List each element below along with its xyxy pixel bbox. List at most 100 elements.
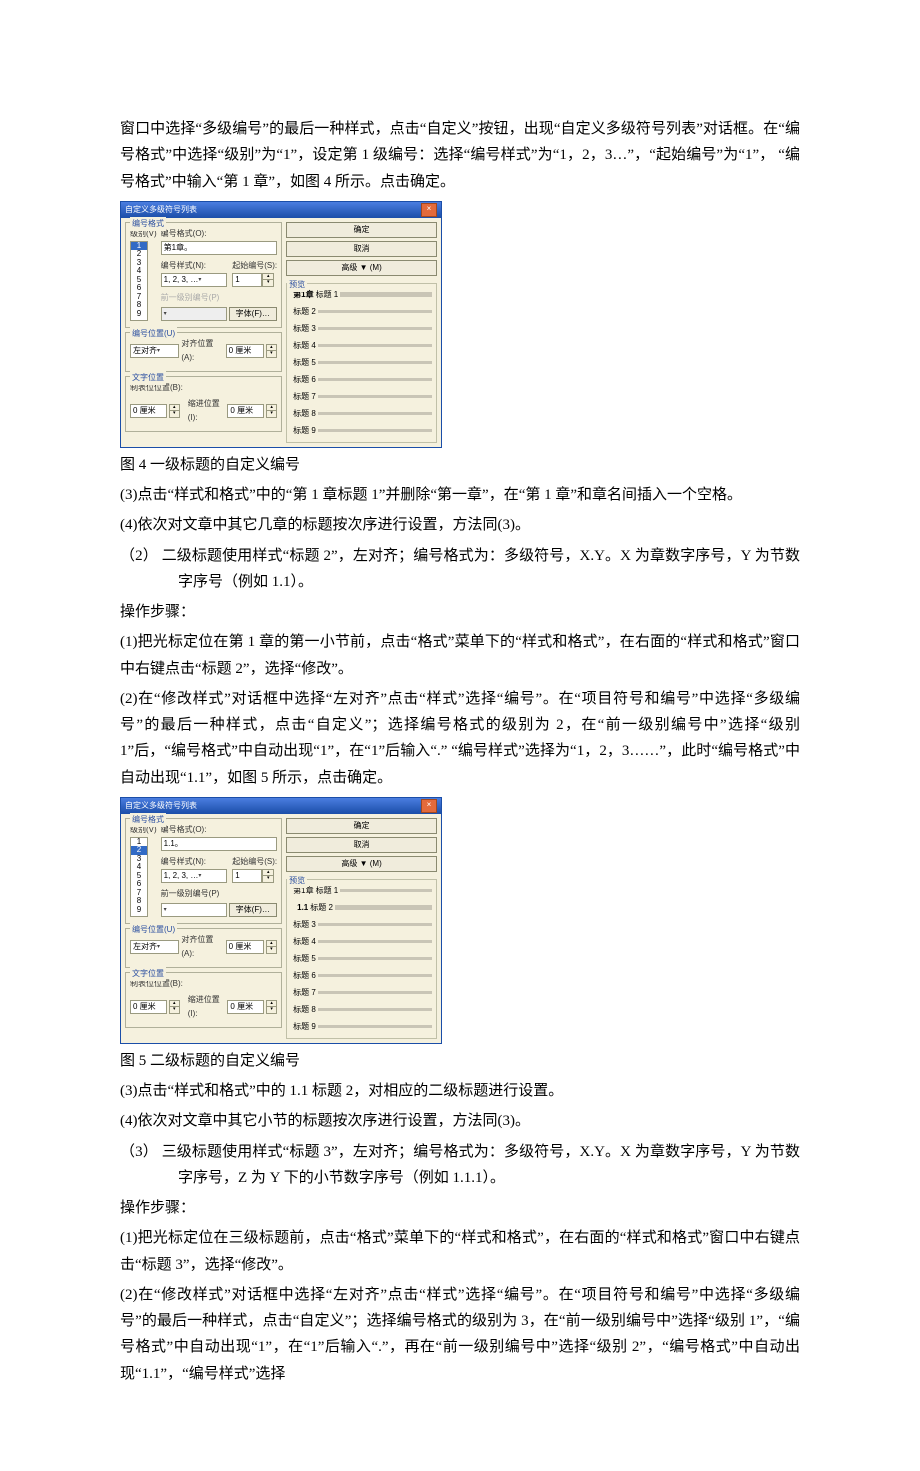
startat-label: 起始编号(S): [232, 259, 277, 273]
number-position-group: 编号位置(U) 左对齐 对齐位置(A): 0 厘米 ▴▾ [125, 928, 282, 968]
font-button[interactable]: 字体(F)… [229, 307, 277, 321]
spin-buttons[interactable]: ▴▾ [262, 273, 274, 287]
customize-multilevel-list-dialog-fig4: 自定义多级符号列表 × 编号格式 级别(V) 1 23456789 [120, 201, 442, 448]
spin-buttons[interactable]: ▴▾ [266, 344, 277, 358]
advanced-button[interactable]: 高级 ▼ (M) [286, 856, 437, 872]
customize-multilevel-list-dialog-fig5: 自定义多级符号列表 × 编号格式 级别(V) 1 2 3456789 [120, 797, 442, 1044]
number-format-group: 编号格式 级别(V) 1 23456789 编号格式(O): 第1章。 [125, 222, 282, 328]
preview-pane: 预览 第1章标题 1 标题 2 标题 3 标题 4 标题 5 标题 6 标题 7… [286, 283, 437, 443]
numstyle-label: 编号样式(N): [161, 855, 231, 869]
indent-label: 缩进位置(I): [188, 993, 226, 1021]
ok-button[interactable]: 确定 [286, 222, 437, 238]
align-position-input[interactable]: 0 厘米 [226, 940, 264, 954]
preview-pane: 预览 第1章标题 1 1.1标题 2 标题 3 标题 4 标题 5 标题 6 标… [286, 879, 437, 1039]
cancel-button[interactable]: 取消 [286, 837, 437, 853]
paragraph: (4)依次对文章中其它小节的标题按次序进行设置，方法同(3)。 [120, 1108, 800, 1134]
ok-button[interactable]: 确定 [286, 818, 437, 834]
prevlevel-select[interactable] [161, 903, 227, 917]
indent-label: 缩进位置(I): [188, 397, 226, 425]
spin-buttons[interactable]: ▴▾ [266, 1000, 277, 1014]
preview-item: 1.1 [297, 901, 308, 915]
level-listbox[interactable]: 1 23456789 [130, 241, 148, 321]
preview-item: 标题 7 [293, 986, 316, 1000]
alignpos-label: 对齐位置(A): [181, 933, 223, 961]
paragraph: (4)依次对文章中其它几章的标题按次序进行设置，方法同(3)。 [120, 512, 800, 538]
preview-item: 标题 3 [293, 918, 316, 932]
number-position-group: 编号位置(U) 左对齐 对齐位置(A): 0 厘米 ▴▾ [125, 332, 282, 372]
preview-item: 标题 9 [293, 424, 316, 438]
align-position-input[interactable]: 0 厘米 [226, 344, 264, 358]
paragraph: (2)在“修改样式”对话框中选择“左对齐”点击“样式”选择“编号”。在“项目符号… [120, 686, 800, 791]
item-3: （3） 三级标题使用样式“标题 3”，左对齐；编号格式为：多级符号，X.Y。X … [120, 1139, 800, 1192]
start-at-input[interactable]: 1 [232, 273, 262, 287]
alignment-select[interactable]: 左对齐 [130, 344, 179, 358]
font-button[interactable]: 字体(F)… [229, 903, 277, 917]
preview-label: 预览 [287, 278, 307, 292]
item-2: （2） 二级标题使用样式“标题 2”，左对齐；编号格式为：多级符号，X.Y。X … [120, 543, 800, 596]
numstyle-label: 编号样式(N): [161, 259, 231, 273]
cancel-button[interactable]: 取消 [286, 241, 437, 257]
level-listbox[interactable]: 1 2 3456789 [130, 837, 148, 917]
text-position-group: 文字位置 制表位位置(B): 0 厘米 ▴▾ 缩进位置(I): 0 厘米 ▴▾ [125, 376, 282, 432]
dialog-title: 自定义多级符号列表 [125, 202, 197, 218]
preview-item: 标题 5 [293, 952, 316, 966]
preview-item: 标题 2 [310, 901, 333, 915]
group-label: 编号位置(U) [130, 923, 177, 937]
preview-item: 标题 9 [293, 1020, 316, 1034]
number-format-group: 编号格式 级别(V) 1 2 3456789 编号格式(O): [125, 818, 282, 924]
preview-item: 标题 5 [293, 356, 316, 370]
group-label: 编号格式 [130, 813, 166, 827]
steps-heading: 操作步骤： [120, 1195, 800, 1221]
close-icon[interactable]: × [421, 203, 437, 217]
start-at-input[interactable]: 1 [232, 869, 262, 883]
tabstop-input[interactable]: 0 厘米 [130, 1000, 167, 1014]
group-label: 编号位置(U) [130, 327, 177, 341]
group-label: 文字位置 [130, 967, 166, 981]
preview-item: 标题 4 [293, 935, 316, 949]
preview-item: 标题 3 [293, 322, 316, 336]
spin-buttons[interactable]: ▴▾ [262, 869, 274, 883]
prevlevel-label: 前一级别编号(P) [161, 291, 277, 305]
preview-item: 标题 1 [316, 884, 339, 898]
group-label: 文字位置 [130, 371, 166, 385]
advanced-button[interactable]: 高级 ▼ (M) [286, 260, 437, 276]
spin-buttons[interactable]: ▴▾ [266, 940, 277, 954]
dialog-titlebar: 自定义多级符号列表 × [121, 202, 441, 218]
preview-item: 标题 6 [293, 373, 316, 387]
preview-item: 标题 4 [293, 339, 316, 353]
document-page: 窗口中选择“多级编号”的最后一种样式，点击“自定义”按钮，出现“自定义多级符号列… [0, 0, 920, 1471]
number-style-select[interactable]: 1, 2, 3, … [161, 273, 227, 287]
group-label: 编号格式 [130, 217, 166, 231]
alignment-select[interactable]: 左对齐 [130, 940, 179, 954]
text-position-group: 文字位置 制表位位置(B): 0 厘米 ▴▾ 缩进位置(I): 0 厘米 ▴▾ [125, 972, 282, 1028]
close-icon[interactable]: × [421, 799, 437, 813]
spin-buttons[interactable]: ▴▾ [169, 1000, 180, 1014]
paragraph: (1)把光标定位在三级标题前，点击“格式”菜单下的“样式和格式”，在右面的“样式… [120, 1225, 800, 1278]
paragraph: 窗口中选择“多级编号”的最后一种样式，点击“自定义”按钮，出现“自定义多级符号列… [120, 116, 800, 195]
spin-buttons[interactable]: ▴▾ [169, 404, 180, 418]
prevlevel-label: 前一级别编号(P) [161, 887, 277, 901]
figure-caption-4: 图 4 一级标题的自定义编号 [120, 452, 800, 478]
preview-item: 标题 8 [293, 407, 316, 421]
spin-buttons[interactable]: ▴▾ [266, 404, 277, 418]
startat-label: 起始编号(S): [232, 855, 277, 869]
number-format-input[interactable]: 第1章。 [161, 241, 277, 255]
number-style-select[interactable]: 1, 2, 3, … [161, 869, 227, 883]
prevlevel-select [161, 307, 227, 321]
dialog-titlebar: 自定义多级符号列表 × [121, 798, 441, 814]
preview-item: 标题 7 [293, 390, 316, 404]
steps-heading: 操作步骤： [120, 599, 800, 625]
preview-item: 标题 2 [293, 305, 316, 319]
preview-label: 预览 [287, 874, 307, 888]
paragraph: (2)在“修改样式”对话框中选择“左对齐”点击“样式”选择“编号”。在“项目符号… [120, 1282, 800, 1387]
paragraph: (3)点击“样式和格式”中的 1.1 标题 2，对相应的二级标题进行设置。 [120, 1078, 800, 1104]
tabstop-input[interactable]: 0 厘米 [130, 404, 167, 418]
numfmt-label: 编号格式(O): [161, 823, 277, 837]
indent-input[interactable]: 0 厘米 [227, 404, 264, 418]
preview-item: 标题 1 [316, 288, 339, 302]
indent-input[interactable]: 0 厘米 [227, 1000, 264, 1014]
paragraph: (1)把光标定位在第 1 章的第一小节前，点击“格式”菜单下的“样式和格式”，在… [120, 629, 800, 682]
paragraph: (3)点击“样式和格式”中的“第 1 章标题 1”并删除“第一章”，在“第 1 … [120, 482, 800, 508]
number-format-input[interactable]: 1.1。 [161, 837, 277, 851]
alignpos-label: 对齐位置(A): [181, 337, 223, 365]
